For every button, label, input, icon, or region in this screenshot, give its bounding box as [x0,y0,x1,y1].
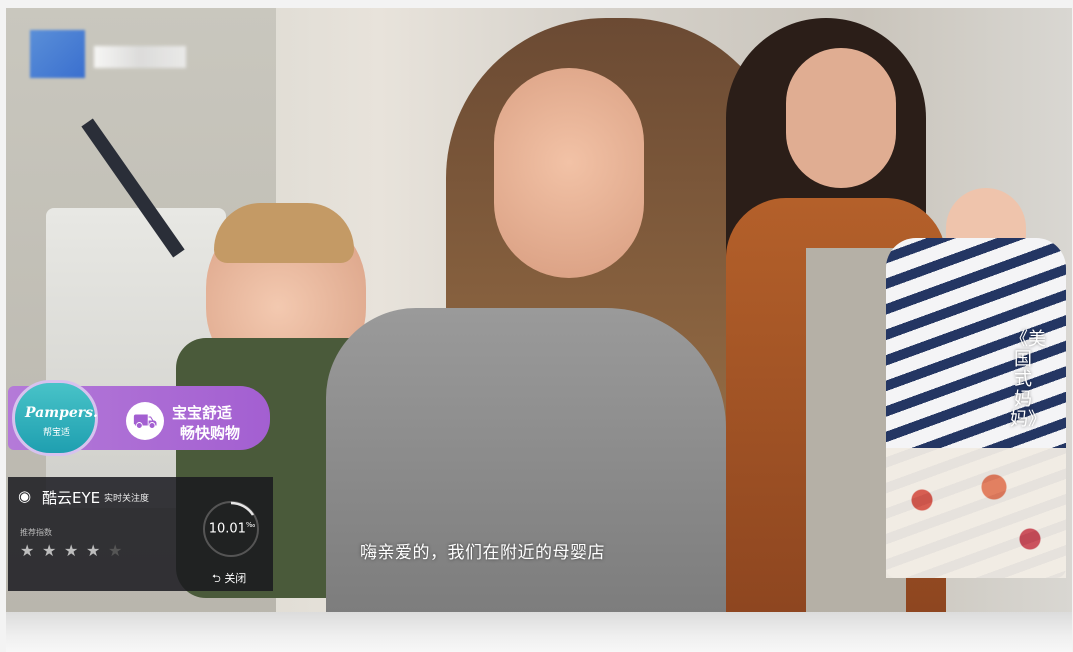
woman2-face [786,48,896,188]
close-button[interactable]: ⮌ 关闭 [212,570,246,589]
frame-reflection [6,612,1072,652]
rating-label: 推荐指数 [20,528,52,537]
ad-line2: 畅快购物 [180,424,241,442]
app-name: 酷云EYE [42,489,101,507]
ad-banner[interactable]: Pampers. 帮宝适 ⛟ 宝宝舒适 畅快购物 [8,380,270,456]
stroller-icon: ⛟ [126,402,164,440]
channel-logo [30,30,85,78]
woman-face [494,68,644,278]
star-icon: ★ [42,541,57,560]
dress-flowers [886,448,1066,578]
star-icon: ★ [64,541,79,560]
brand-name: Pampers. [25,405,98,421]
star-icon: ★ [86,541,101,560]
show-title: 《美国式妈妈》 [1010,329,1046,430]
video-subtitle: 嗨亲爱的，我们在附近的母婴店 [360,543,605,563]
close-label: 关闭 [224,572,247,585]
app-subtitle: 实时关注度 [104,494,150,504]
channel-name-blurred [94,46,186,68]
baby-hair [214,203,354,263]
brand-badge: Pampers. 帮宝适 [12,380,98,456]
star-icon-empty: ★ [108,541,123,560]
ad-line1: 宝宝舒适 [172,404,233,422]
brand-sub: 帮宝适 [43,428,71,438]
star-icon: ★ [20,541,35,560]
woman-shirt [326,308,726,612]
score-value: 10.01‰ [208,521,256,537]
eye-icon: ◉ [18,487,32,505]
info-panel: ◉ 酷云EYE 实时关注度 推荐指数 ★ ★ ★ ★ ★ 10.01‰ ⮌ 关闭 [8,477,273,591]
